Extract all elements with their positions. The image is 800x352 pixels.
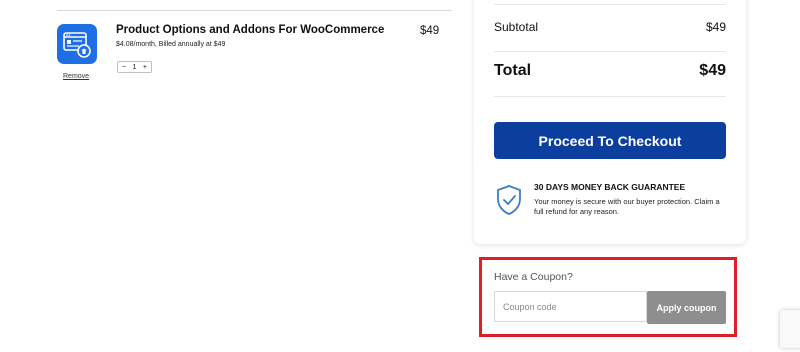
product-addons-icon[interactable] (57, 24, 97, 64)
quantity-stepper[interactable]: − 1 + (117, 61, 152, 73)
subtotal-row: Subtotal $49 (494, 20, 726, 34)
guarantee-title: 30 DAYS MONEY BACK GUARANTEE (534, 182, 686, 192)
apply-coupon-button[interactable]: Apply coupon (647, 291, 726, 324)
total-row: Total $49 (494, 62, 726, 80)
product-price: $49 (420, 25, 440, 37)
product-billing-info: $4.08/month, Billed annually at $49 (116, 41, 226, 48)
guarantee-text: Your money is secure with our buyer prot… (534, 197, 720, 216)
total-value: $49 (699, 62, 726, 79)
shield-check-icon (497, 185, 521, 215)
quantity-decrement-button[interactable]: − (122, 64, 126, 71)
total-label: Total (494, 62, 532, 79)
coupon-code-input[interactable] (494, 291, 647, 322)
coupon-label: Have a Coupon? (494, 271, 573, 283)
product-name: Product Options and Addons For WooCommer… (116, 24, 385, 36)
subtotal-label: Subtotal (494, 20, 539, 34)
proceed-to-checkout-button[interactable]: Proceed To Checkout (494, 122, 726, 159)
summary-divider (494, 96, 726, 97)
recaptcha-badge[interactable] (780, 310, 800, 348)
subtotal-value: $49 (705, 20, 726, 34)
cart-divider (57, 10, 452, 11)
quantity-increment-button[interactable]: + (143, 64, 147, 71)
remove-link[interactable]: Remove (63, 73, 89, 80)
order-summary-card: Subtotal $49 Total $49 Proceed To Checko… (474, 0, 746, 244)
summary-divider (494, 51, 726, 52)
summary-divider (494, 4, 726, 5)
quantity-value: 1 (132, 63, 137, 71)
